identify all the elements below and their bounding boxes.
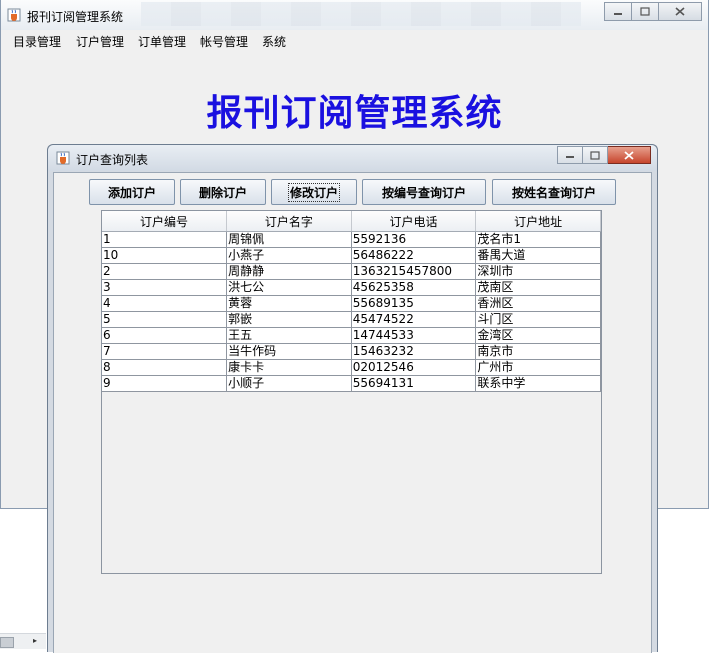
table-row[interactable]: 3 洪七公 45625358 茂南区 xyxy=(102,279,601,296)
query-by-id-button[interactable]: 按编号查询订户 xyxy=(362,179,486,205)
java-cup-icon xyxy=(56,151,70,165)
cell-address[interactable]: 深圳市 xyxy=(475,263,601,280)
cell-address[interactable]: 斗门区 xyxy=(475,311,601,328)
table-row[interactable]: 7 当牛作码 15463232 南京市 xyxy=(102,343,601,360)
cell-name[interactable]: 小燕子 xyxy=(226,247,352,264)
close-icon[interactable] xyxy=(659,2,702,21)
table-row[interactable]: 4 黄蓉 55689135 香洲区 xyxy=(102,295,601,312)
cell-id[interactable]: 4 xyxy=(102,295,228,312)
cell-address[interactable]: 茂南区 xyxy=(475,279,601,296)
cell-name[interactable]: 王五 xyxy=(226,327,352,344)
cell-name[interactable]: 洪七公 xyxy=(226,279,352,296)
cell-id[interactable]: 2 xyxy=(102,263,228,280)
maximize-icon[interactable] xyxy=(583,146,608,164)
minimize-icon[interactable] xyxy=(604,2,632,21)
maximize-icon[interactable] xyxy=(632,2,659,21)
cell-address[interactable]: 南京市 xyxy=(475,343,601,360)
scroll-right-arrow-icon[interactable]: ▸ xyxy=(33,636,37,645)
cell-address[interactable]: 联系中学 xyxy=(475,375,601,392)
cell-address[interactable]: 金湾区 xyxy=(475,327,601,344)
cell-phone[interactable]: 55694131 xyxy=(351,375,477,392)
delete-subscriber-button[interactable]: 删除订户 xyxy=(180,179,266,205)
scrollbar-thumb[interactable] xyxy=(0,637,14,648)
cell-id[interactable]: 8 xyxy=(102,359,228,376)
cell-id[interactable]: 6 xyxy=(102,327,228,344)
cell-name[interactable]: 康卡卡 xyxy=(226,359,352,376)
query-by-id-label: 按编号查询订户 xyxy=(381,185,466,200)
cell-address[interactable]: 香洲区 xyxy=(475,295,601,312)
add-subscriber-label: 添加订户 xyxy=(107,185,156,200)
column-header-id[interactable]: 订户编号 xyxy=(102,211,228,232)
titlebar-background xyxy=(141,2,581,26)
cell-phone[interactable]: 45474522 xyxy=(351,311,477,328)
cell-address[interactable]: 广州市 xyxy=(475,359,601,376)
cell-name[interactable]: 当牛作码 xyxy=(226,343,352,360)
table-row[interactable]: 6 王五 14744533 金湾区 xyxy=(102,327,601,344)
cell-address[interactable]: 番禺大道 xyxy=(475,247,601,264)
edit-subscriber-label: 修改订户 xyxy=(287,182,341,202)
cell-id[interactable]: 7 xyxy=(102,343,228,360)
cell-phone[interactable]: 55689135 xyxy=(351,295,477,312)
menu-order[interactable]: 订单管理 xyxy=(138,33,186,50)
child-content: 添加订户 删除订户 修改订户 按编号查询订户 按姓名查询订户 订户编号 订户名字… xyxy=(53,172,652,653)
cell-phone[interactable]: 1363215457800 xyxy=(351,263,477,280)
subscriber-table-panel[interactable]: 订户编号 订户名字 订户电话 订户地址 1 周锦佩 5592136 茂名市1 10 小燕… xyxy=(101,210,602,574)
table-row[interactable]: 5 郭嵌 45474522 斗门区 xyxy=(102,311,601,328)
table-row[interactable]: 1 周锦佩 5592136 茂名市1 xyxy=(102,231,601,248)
query-by-name-button[interactable]: 按姓名查询订户 xyxy=(492,179,616,205)
cell-phone[interactable]: 15463232 xyxy=(351,343,477,360)
table-row[interactable]: 8 康卡卡 02012546 广州市 xyxy=(102,359,601,376)
cell-phone[interactable]: 56486222 xyxy=(351,247,477,264)
cell-name[interactable]: 郭嵌 xyxy=(226,311,352,328)
horizontal-scrollbar[interactable]: ▸ xyxy=(0,633,46,649)
column-header-name[interactable]: 订户名字 xyxy=(226,211,352,232)
cell-address[interactable]: 茂名市1 xyxy=(475,231,601,248)
close-icon[interactable] xyxy=(608,146,651,164)
java-cup-icon xyxy=(7,8,21,22)
child-window-title: 订户查询列表 xyxy=(76,153,149,167)
cell-name[interactable]: 黄蓉 xyxy=(226,295,352,312)
menu-subscriber[interactable]: 订户管理 xyxy=(76,33,124,50)
cell-id[interactable]: 1 xyxy=(102,231,228,248)
main-titlebar[interactable]: 报刊订阅管理系统 xyxy=(1,0,708,30)
delete-subscriber-label: 删除订户 xyxy=(198,185,247,200)
menu-system[interactable]: 系统 xyxy=(262,33,286,50)
main-window-title: 报刊订阅管理系统 xyxy=(27,10,124,24)
subscriber-table: 订户编号 订户名字 订户电话 订户地址 1 周锦佩 5592136 茂名市1 10 小燕… xyxy=(102,211,601,392)
cell-id[interactable]: 10 xyxy=(102,247,228,264)
cell-phone[interactable]: 45625358 xyxy=(351,279,477,296)
menu-account[interactable]: 帐号管理 xyxy=(200,33,248,50)
child-titlebar[interactable]: 订户查询列表 xyxy=(48,145,657,171)
cell-name[interactable]: 周锦佩 xyxy=(226,231,352,248)
table-header-row: 订户编号 订户名字 订户电话 订户地址 xyxy=(102,211,601,232)
minimize-icon[interactable] xyxy=(557,146,583,164)
table-row[interactable]: 9 小顺子 55694131 联系中学 xyxy=(102,375,601,392)
table-row[interactable]: 2 周静静 1363215457800 深圳市 xyxy=(102,263,601,280)
hero-title: 报刊订阅管理系统 xyxy=(206,92,503,134)
edit-subscriber-button[interactable]: 修改订户 xyxy=(271,179,357,205)
query-by-name-label: 按姓名查询订户 xyxy=(511,185,596,200)
cell-phone[interactable]: 02012546 xyxy=(351,359,477,376)
menu-catalog[interactable]: 目录管理 xyxy=(13,33,61,50)
cell-name[interactable]: 小顺子 xyxy=(226,375,352,392)
cell-id[interactable]: 3 xyxy=(102,279,228,296)
cell-id[interactable]: 5 xyxy=(102,311,228,328)
column-header-phone[interactable]: 订户电话 xyxy=(351,211,477,232)
cell-name[interactable]: 周静静 xyxy=(226,263,352,280)
cell-id[interactable]: 9 xyxy=(102,375,228,392)
column-header-address[interactable]: 订户地址 xyxy=(475,211,601,232)
menu-bar: 目录管理 订户管理 订单管理 帐号管理 系统 xyxy=(1,30,708,51)
cell-phone[interactable]: 14744533 xyxy=(351,327,477,344)
subscriber-list-window: 订户查询列表 添加订户 删除订户 修改订户 按编号查询订户 按姓名查询订户 订户… xyxy=(47,144,658,653)
add-subscriber-button[interactable]: 添加订户 xyxy=(89,179,175,205)
cell-phone[interactable]: 5592136 xyxy=(351,231,477,248)
table-row[interactable]: 10 小燕子 56486222 番禺大道 xyxy=(102,247,601,264)
